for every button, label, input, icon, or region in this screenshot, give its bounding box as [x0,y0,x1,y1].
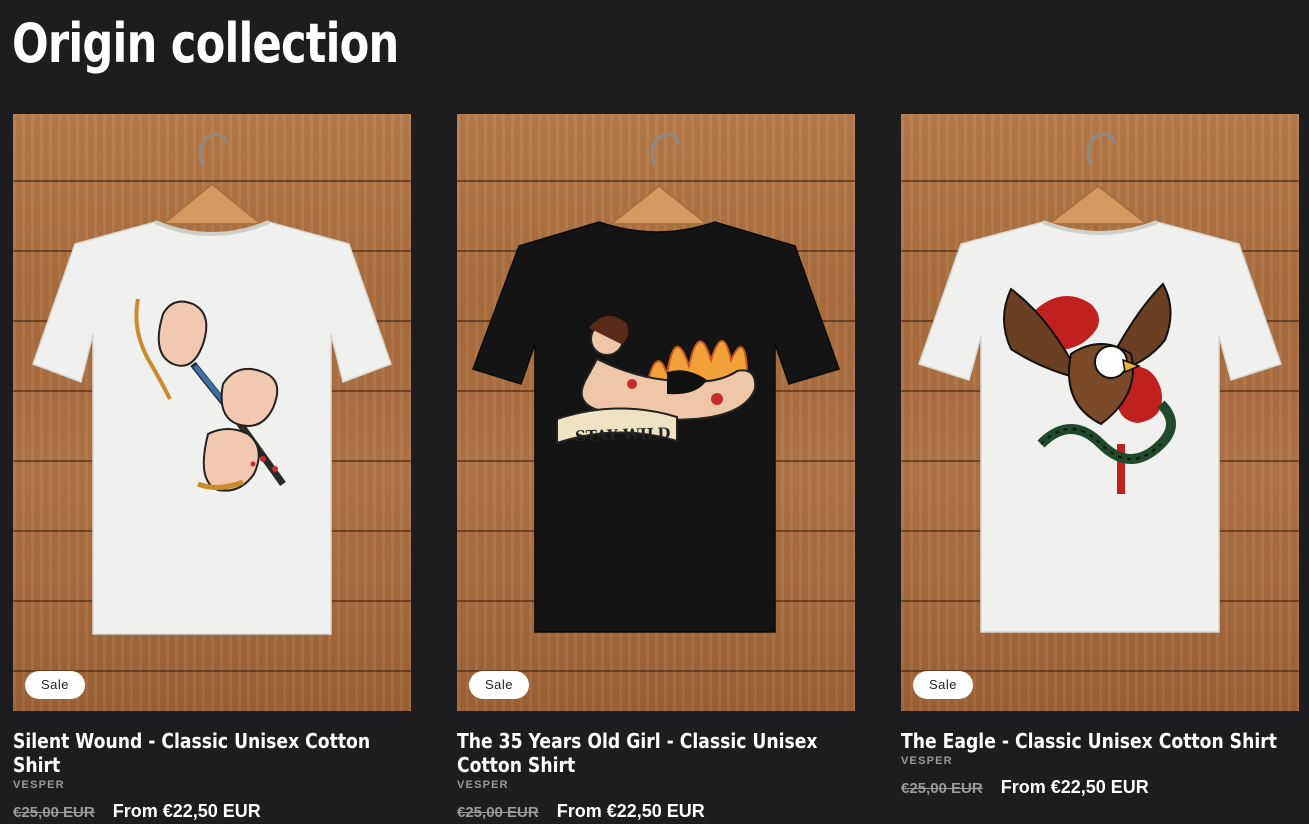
compare-at-price: €25,00 EUR [901,780,983,797]
sale-price: From €22,50 EUR [112,801,261,821]
compare-at-price: €25,00 EUR [457,804,539,821]
product-image[interactable]: Sale [901,114,1299,711]
hanger-hook [198,132,229,167]
tshirt [918,221,1282,633]
tshirt-illustration [32,132,392,635]
product-vendor: VESPER [457,779,509,791]
compare-at-price: €25,00 EUR [13,804,95,821]
sale-badge: Sale [469,671,530,699]
sale-price: From €22,50 EUR [556,801,705,821]
sale-badge: Sale [913,671,974,699]
price-row: €25,00 EUR From €22,50 EUR [457,801,855,822]
product-image[interactable]: Sale [13,114,411,711]
collection-page: Origin collection Sale Silent Wound - Cl… [0,0,1309,824]
product-card-silent-wound[interactable]: Sale Silent Wound - Classic Unisex Cotto… [13,114,411,822]
hanger-hook [650,132,681,167]
tshirt-illustration [918,132,1282,633]
hanger-hook [1086,132,1117,167]
sale-badge: Sale [25,671,86,699]
product-title[interactable]: Silent Wound - Classic Unisex Cotton Shi… [13,729,410,777]
page-title: Origin collection [12,12,399,75]
product-image[interactable]: STAY WILD Sale [457,114,855,711]
print-text: STAY WILD [575,424,671,445]
tshirt [32,221,392,635]
tshirt-illustration: STAY WILD [472,132,840,633]
price-row: €25,00 EUR From €22,50 EUR [13,801,411,822]
hanger [160,182,264,225]
product-title[interactable]: The Eagle - Classic Unisex Cotton Shirt [901,729,1298,753]
product-vendor: VESPER [901,755,953,767]
price-row: €25,00 EUR From €22,50 EUR [901,777,1299,798]
sale-price: From €22,50 EUR [1000,777,1149,797]
hanger [608,184,710,225]
product-card-the-eagle[interactable]: Sale The Eagle - Classic Unisex Cotton S… [901,114,1299,798]
product-vendor: VESPER [13,779,65,791]
product-title[interactable]: The 35 Years Old Girl - Classic Unisex C… [457,729,854,777]
hanger [1046,184,1150,225]
product-card-35-years-old-girl[interactable]: STAY WILD Sale The 35 Years Old Girl - C… [457,114,855,822]
